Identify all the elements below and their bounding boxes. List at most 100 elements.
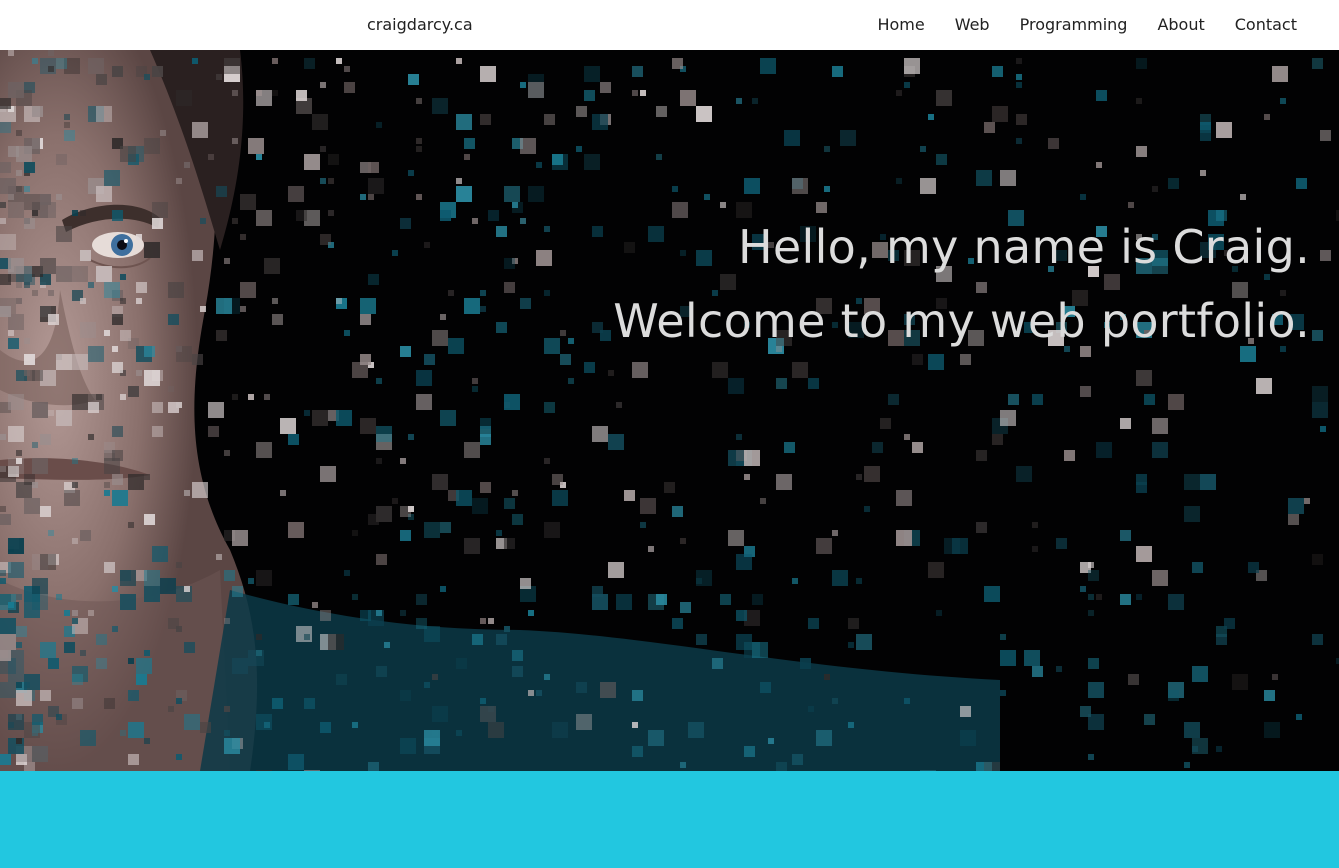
mosaic-tile: [112, 346, 118, 352]
mosaic-tile: [32, 58, 38, 64]
mosaic-tile: [320, 722, 331, 733]
mosaic-tile: [552, 474, 563, 485]
mosaic-tile: [632, 690, 643, 701]
mosaic-tile: [856, 474, 862, 480]
mosaic-tile: [224, 730, 230, 736]
mosaic-tile: [488, 210, 499, 221]
mosaic-tile: [336, 58, 342, 64]
mosaic-tile: [1096, 162, 1102, 168]
mosaic-tile: [1192, 746, 1198, 752]
mosaic-tile: [344, 330, 350, 336]
mosaic-tile: [472, 378, 478, 384]
mosaic-tile: [176, 178, 182, 184]
mosaic-tile: [400, 738, 416, 754]
mosaic-tile: [304, 154, 320, 170]
mosaic-tile: [480, 482, 491, 493]
mosaic-tile: [88, 402, 99, 413]
mosaic-tile: [1200, 170, 1206, 176]
mosaic-tile: [432, 98, 448, 114]
mosaic-tile: [216, 298, 232, 314]
mosaic-tile: [760, 682, 771, 693]
mosaic-tile: [1184, 506, 1200, 522]
mosaic-tile: [176, 346, 182, 352]
mosaic-tile: [24, 674, 40, 690]
mosaic-tile: [72, 610, 78, 616]
mosaic-tile: [736, 610, 747, 621]
mosaic-tile: [144, 138, 160, 154]
mosaic-tile: [312, 602, 318, 608]
mosaic-tile: [48, 290, 54, 296]
mosaic-tile: [72, 394, 88, 410]
mosaic-tile: [232, 658, 248, 674]
mosaic-tile: [16, 642, 22, 648]
mosaic-tile: [208, 154, 214, 160]
mosaic-tile: [1168, 394, 1184, 410]
mosaic-tile: [240, 306, 246, 312]
mosaic-tile: [96, 74, 107, 85]
mosaic-tile: [456, 658, 467, 669]
mosaic-tile: [456, 58, 462, 64]
mosaic-tile: [336, 674, 347, 685]
mosaic-tile: [1192, 562, 1203, 573]
mosaic-tile: [432, 674, 438, 680]
mosaic-tile: [520, 298, 531, 309]
mosaic-tile: [24, 498, 40, 514]
mosaic-tile: [608, 434, 624, 450]
mosaic-tile: [328, 634, 344, 650]
mosaic-tile: [1264, 114, 1270, 120]
nav-web-link[interactable]: Web: [955, 15, 990, 35]
mosaic-tile: [136, 298, 142, 304]
mosaic-tile: [696, 634, 707, 645]
mosaic-tile: [152, 202, 168, 218]
mosaic-tile: [120, 394, 126, 400]
mosaic-tile: [168, 386, 174, 392]
mosaic-tile: [152, 66, 163, 77]
mosaic-tile: [256, 442, 272, 458]
mosaic-tile: [32, 482, 38, 488]
mosaic-tile: [504, 258, 515, 269]
mosaic-tile: [40, 506, 51, 517]
mosaic-tile: [464, 154, 470, 160]
mosaic-tile: [992, 106, 1008, 122]
brand-link[interactable]: craigdarcy.ca: [367, 15, 473, 35]
mosaic-tile: [528, 82, 544, 98]
mosaic-tile: [1088, 658, 1099, 669]
mosaic-tile: [328, 154, 339, 165]
mosaic-tile: [640, 498, 656, 514]
mosaic-tile: [256, 650, 262, 656]
mosaic-tile: [32, 578, 48, 594]
nav-programming-link[interactable]: Programming: [1020, 15, 1128, 35]
mosaic-tile: [784, 130, 800, 146]
mosaic-tile: [600, 330, 611, 341]
mosaic-tile: [64, 114, 70, 120]
mosaic-tile: [1312, 634, 1323, 645]
nav-about-link[interactable]: About: [1157, 15, 1204, 35]
mosaic-tile: [400, 346, 411, 357]
mosaic-tile: [64, 130, 75, 141]
mosaic-tile: [144, 650, 150, 656]
mosaic-tile: [72, 698, 83, 709]
mosaic-tile: [496, 226, 507, 237]
mosaic-tile: [120, 298, 126, 304]
mosaic-tile: [1064, 450, 1075, 461]
mosaic-tile: [64, 610, 70, 616]
mosaic-tile: [488, 722, 504, 738]
mosaic-tile: [1304, 498, 1310, 504]
mosaic-tile: [1016, 114, 1027, 125]
mosaic-tile: [0, 578, 6, 584]
mosaic-tile: [0, 306, 11, 317]
mosaic-tile: [544, 114, 555, 125]
mosaic-tile: [48, 410, 54, 416]
mosaic-tile: [24, 282, 30, 288]
mosaic-tile: [1288, 498, 1304, 514]
nav-home-link[interactable]: Home: [877, 15, 924, 35]
mosaic-tile: [880, 418, 891, 429]
mosaic-tile: [48, 314, 59, 325]
mosaic-tile: [344, 570, 350, 576]
mosaic-tile: [176, 698, 182, 704]
mosaic-tile: [528, 186, 544, 202]
nav-contact-link[interactable]: Contact: [1235, 15, 1297, 35]
mosaic-tile: [1144, 714, 1155, 725]
mosaic-tile: [656, 106, 667, 117]
mosaic-tile: [520, 218, 526, 224]
